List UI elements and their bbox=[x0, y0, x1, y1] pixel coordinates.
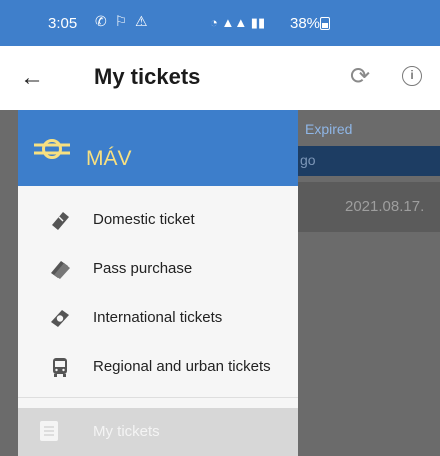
bus-icon bbox=[53, 358, 67, 377]
group-header: go bbox=[298, 146, 440, 176]
ticket-icon bbox=[52, 212, 69, 230]
list-icon bbox=[40, 421, 58, 441]
navigation-drawer: MÁV Domestic ticket Pass purchase Intern… bbox=[18, 110, 298, 456]
battery-icon bbox=[320, 17, 330, 30]
menu-item-label: Domestic ticket bbox=[93, 211, 195, 228]
mav-logo-icon bbox=[34, 139, 70, 159]
back-arrow-icon[interactable]: ← bbox=[20, 64, 44, 92]
menu-item-domestic-ticket[interactable]: Domestic ticket bbox=[18, 196, 298, 244]
menu-item-pass-purchase[interactable]: Pass purchase bbox=[18, 245, 298, 293]
drawer-divider bbox=[18, 397, 298, 398]
menu-item-label: Pass purchase bbox=[93, 260, 193, 277]
notification-icons: ✆ ⚐ ⚠ bbox=[95, 13, 150, 29]
menu-item-regional-urban-tickets[interactable]: Regional and urban tickets bbox=[18, 343, 298, 391]
app-bar: ← My tickets ⟳ i bbox=[0, 46, 440, 110]
refresh-icon[interactable]: ⟳ bbox=[350, 62, 370, 91]
battery-percent: 38% bbox=[290, 15, 321, 32]
menu-item-international-tickets[interactable]: International tickets bbox=[18, 294, 298, 342]
screen: 3:05 ✆ ⚐ ⚠ ◔ ▲▲ ▮▮ 38% ← My tickets ⟳ i … bbox=[0, 0, 440, 456]
menu-item-label: International tickets bbox=[93, 309, 223, 326]
group-header-label: go bbox=[300, 152, 316, 168]
menu-item-label: Regional and urban tickets bbox=[93, 358, 271, 375]
status-bar: 3:05 ✆ ⚐ ⚠ ◔ ▲▲ ▮▮ 38% bbox=[0, 0, 440, 46]
tab-expired[interactable]: Expired bbox=[305, 121, 352, 137]
page-title: My tickets bbox=[94, 64, 201, 89]
info-icon[interactable]: i bbox=[402, 66, 422, 86]
pass-icon bbox=[51, 261, 70, 279]
menu-item-label: My tickets bbox=[93, 423, 160, 440]
drawer-header: MÁV bbox=[18, 110, 298, 186]
brand-name: MÁV bbox=[86, 147, 132, 170]
international-ticket-icon bbox=[51, 310, 69, 327]
menu-item-my-tickets[interactable]: My tickets bbox=[18, 408, 298, 456]
signal-icons: ◔ ▲▲ ▮▮ bbox=[210, 15, 266, 30]
status-time: 3:05 bbox=[48, 15, 78, 32]
ticket-date: 2021.08.17. bbox=[345, 198, 425, 215]
